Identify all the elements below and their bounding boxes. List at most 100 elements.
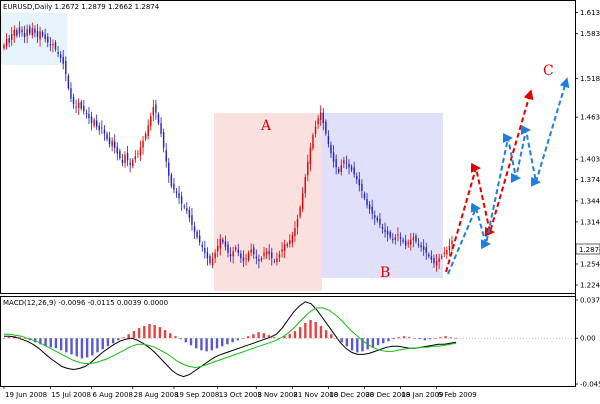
histogram-bar bbox=[371, 338, 375, 348]
histogram-bar bbox=[288, 334, 291, 339]
histogram-bar bbox=[314, 322, 317, 339]
candle-body bbox=[83, 105, 85, 112]
candle-body bbox=[93, 119, 95, 126]
signal-line bbox=[4, 307, 457, 369]
price-tick-label: 1.2540 bbox=[580, 260, 600, 268]
histogram-bar bbox=[200, 338, 203, 351]
candle-body bbox=[415, 235, 417, 242]
candle-body bbox=[214, 252, 216, 259]
histogram-bar bbox=[195, 338, 198, 349]
histogram-bar bbox=[330, 334, 333, 339]
histogram-bar bbox=[143, 326, 146, 339]
zone-b-rect bbox=[322, 113, 443, 278]
candle-body bbox=[186, 208, 188, 211]
candle-body bbox=[309, 147, 312, 165]
candle-body bbox=[139, 147, 142, 155]
candle-body bbox=[433, 258, 435, 264]
zone-a-rect bbox=[214, 113, 322, 291]
symbol-header: EURUSD,Daily 1.2672 1.2879 1.2662 1.2874 bbox=[3, 3, 160, 11]
histogram-bar bbox=[65, 338, 68, 353]
candle-body bbox=[294, 228, 296, 237]
candle-body bbox=[196, 231, 198, 238]
candle-body bbox=[402, 239, 404, 242]
histogram-bar bbox=[293, 331, 297, 339]
candle-body bbox=[319, 112, 322, 120]
date-tick-label: 6 Aug 2008 bbox=[93, 391, 133, 399]
candle-body bbox=[52, 43, 54, 46]
candle-body bbox=[137, 153, 139, 155]
histogram-bar bbox=[454, 338, 458, 339]
macd-axis-ticks: 0.0378 0.00 -0.0453 bbox=[575, 297, 600, 389]
candle-body bbox=[47, 36, 49, 43]
candle-body bbox=[219, 238, 221, 249]
candle-body bbox=[363, 193, 366, 199]
candle-body bbox=[438, 258, 440, 263]
candle-body bbox=[348, 163, 350, 168]
candle-body bbox=[314, 126, 317, 135]
candle-body bbox=[443, 252, 445, 254]
candle-body bbox=[240, 253, 242, 259]
price-tick-label: 1.4635 bbox=[580, 114, 600, 122]
candle-body bbox=[289, 240, 291, 245]
candle-body bbox=[34, 28, 36, 33]
macd-histogram bbox=[2, 320, 458, 359]
histogram-bar bbox=[252, 334, 255, 339]
histogram-bar bbox=[309, 320, 312, 339]
candle-body bbox=[49, 44, 52, 46]
candle-body bbox=[65, 61, 67, 75]
candle-body bbox=[376, 217, 379, 221]
candle-body bbox=[392, 239, 394, 241]
candle-body bbox=[29, 26, 31, 34]
candle-body bbox=[237, 249, 240, 253]
candle-body bbox=[389, 232, 391, 238]
histogram-bar bbox=[387, 338, 390, 342]
histogram-bar bbox=[189, 338, 193, 346]
price-tick-label: 1.4035 bbox=[580, 156, 600, 164]
date-tick-label: 15 Jul 2008 bbox=[51, 391, 91, 399]
zone-b-label: B bbox=[380, 265, 390, 281]
candle-body bbox=[358, 179, 361, 186]
date-tick-label: 19 Sep 2008 bbox=[175, 391, 219, 399]
histogram-bar bbox=[85, 338, 89, 358]
candle-body bbox=[312, 135, 314, 149]
price-tick-label: 1.3140 bbox=[580, 218, 600, 226]
candle-body bbox=[193, 226, 196, 232]
candle-body bbox=[250, 249, 252, 253]
candle-body bbox=[350, 166, 353, 171]
candle-body bbox=[8, 38, 10, 43]
histogram-bar bbox=[70, 338, 73, 355]
date-axis-ticks: 19 Jun 2008 15 Jul 2008 6 Aug 2008 28 Aug 2… bbox=[3, 386, 477, 399]
candle-body bbox=[54, 42, 57, 50]
histogram-bar bbox=[231, 338, 234, 343]
histogram-bar bbox=[226, 338, 229, 345]
candle-body bbox=[204, 247, 206, 253]
histogram-bar bbox=[169, 333, 172, 339]
candle-body bbox=[283, 244, 286, 251]
candle-body bbox=[44, 34, 46, 40]
candle-body bbox=[353, 167, 355, 175]
histogram-bar bbox=[215, 338, 219, 349]
histogram-bar bbox=[324, 330, 328, 339]
candle-body bbox=[322, 112, 324, 124]
histogram-bar bbox=[184, 338, 188, 343]
start-highlight bbox=[1, 13, 67, 65]
histogram-bar bbox=[210, 338, 214, 351]
candle-body bbox=[345, 162, 348, 164]
candle-body bbox=[155, 104, 157, 113]
histogram-bar bbox=[397, 337, 401, 339]
candle-body bbox=[132, 160, 134, 167]
candle-body bbox=[13, 29, 16, 36]
candle-body bbox=[368, 204, 371, 210]
candle-body bbox=[397, 234, 399, 236]
candle-body bbox=[227, 244, 229, 253]
price-tick-label: 1.5830 bbox=[580, 30, 600, 38]
candle-body bbox=[417, 244, 420, 245]
candle-body bbox=[407, 242, 409, 244]
candle-body bbox=[263, 252, 265, 256]
histogram-bar bbox=[350, 338, 354, 351]
candle-body bbox=[18, 27, 21, 34]
candle-body bbox=[5, 39, 8, 47]
candle-body bbox=[317, 118, 319, 125]
candle-body bbox=[85, 112, 88, 115]
histogram-bar bbox=[319, 326, 323, 339]
